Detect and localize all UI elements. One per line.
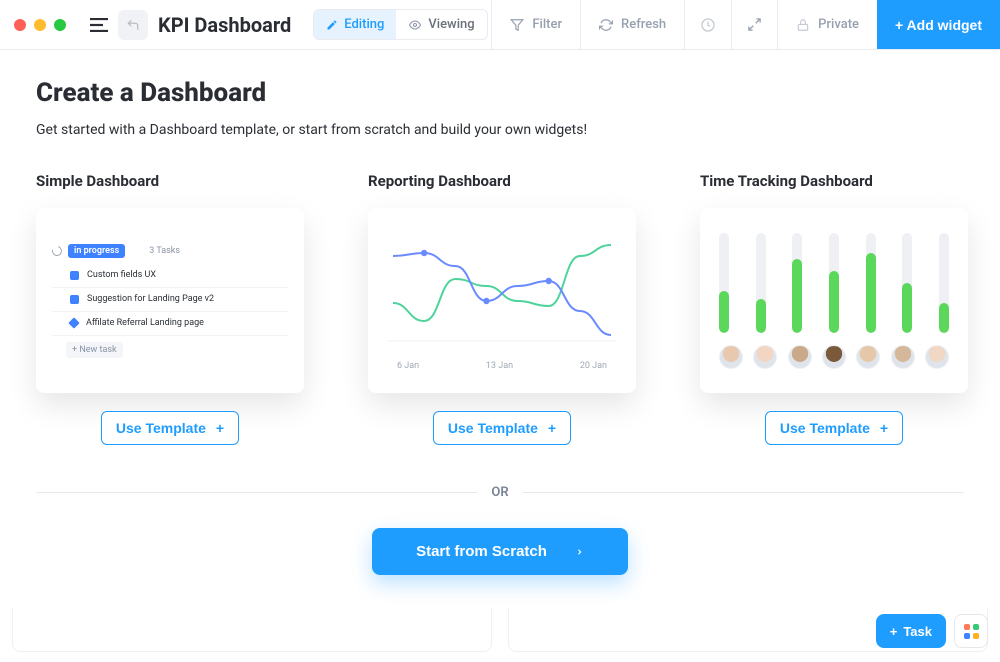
reporting-chart: 6 Jan 13 Jan 20 Jan — [387, 231, 617, 371]
template-reporting: Reporting Dashboard 6 Jan 13 Jan 20 Jan … — [368, 172, 636, 445]
template-timetracking: Time Tracking Dashboard Use Template+ — [700, 172, 968, 445]
avatar — [822, 345, 846, 369]
x-tick: 20 Jan — [580, 361, 607, 371]
avatar — [925, 345, 949, 369]
start-from-scratch-button[interactable]: Start from Scratch — [372, 528, 628, 575]
private-label: Private — [818, 17, 859, 32]
editing-mode-button[interactable]: Editing — [314, 10, 396, 39]
maximize-window-icon[interactable] — [54, 19, 66, 31]
viewing-mode-button[interactable]: Viewing — [396, 10, 486, 39]
avatar — [856, 345, 880, 369]
floating-actions: + Task — [876, 614, 988, 648]
or-label: OR — [491, 485, 508, 500]
avatar — [788, 345, 812, 369]
template-simple-title: Simple Dashboard — [36, 172, 304, 190]
template-timetracking-title: Time Tracking Dashboard — [700, 172, 968, 190]
fullscreen-button[interactable] — [731, 0, 777, 49]
template-reporting-card[interactable]: 6 Jan 13 Jan 20 Jan — [368, 208, 636, 393]
menu-icon[interactable] — [80, 18, 118, 32]
time-bar — [902, 233, 912, 333]
task-label: Custom fields UX — [87, 270, 156, 280]
templates-row: Simple Dashboard in progress 3 Tasks Cus… — [36, 172, 964, 445]
topbar: KPI Dashboard Editing Viewing Filter Ref… — [0, 0, 1000, 50]
task-label: Affilate Referral Landing page — [86, 318, 204, 328]
private-button[interactable]: Private — [777, 0, 877, 49]
plus-icon: + — [890, 624, 898, 639]
time-bar — [939, 233, 949, 333]
task-row: Affilate Referral Landing page — [52, 312, 288, 336]
heading: Create a Dashboard — [36, 78, 964, 108]
task-status-icon — [68, 317, 79, 328]
divider: OR — [36, 485, 964, 500]
x-tick: 13 Jan — [486, 361, 513, 371]
template-timetracking-card[interactable] — [700, 208, 968, 393]
use-template-timetracking-button[interactable]: Use Template+ — [765, 411, 903, 445]
toolbar: Filter Refresh Private + Add widget — [491, 0, 1000, 49]
new-task-fab[interactable]: + Task — [876, 614, 946, 648]
use-template-reporting-button[interactable]: Use Template+ — [433, 411, 571, 445]
viewing-label: Viewing — [428, 17, 474, 32]
task-status-icon — [70, 271, 79, 280]
plus-icon: + — [216, 420, 224, 436]
task-row: Custom fields UX — [52, 264, 288, 288]
time-bar — [719, 233, 729, 333]
window-controls — [0, 19, 80, 31]
task-row: Suggestion for Landing Page v2 — [52, 288, 288, 312]
background-panel-left — [12, 608, 492, 652]
subtitle: Get started with a Dashboard template, o… — [36, 122, 964, 138]
refresh-button[interactable]: Refresh — [580, 0, 684, 49]
main-content: Create a Dashboard Get started with a Da… — [0, 50, 1000, 575]
simple-preview: in progress 3 Tasks Custom fields UX Sugg… — [52, 244, 288, 358]
template-simple-card[interactable]: in progress 3 Tasks Custom fields UX Sugg… — [36, 208, 304, 393]
filter-label: Filter — [532, 17, 562, 32]
close-window-icon[interactable] — [14, 19, 26, 31]
time-bar — [792, 233, 802, 333]
back-button[interactable] — [118, 10, 148, 40]
avatar — [719, 345, 743, 369]
plus-icon: + — [880, 420, 888, 436]
avatar — [753, 345, 777, 369]
x-tick: 6 Jan — [397, 361, 419, 371]
refresh-label: Refresh — [621, 17, 666, 32]
page-title: KPI Dashboard — [158, 13, 307, 37]
task-status-icon — [70, 295, 79, 304]
progress-ring-icon — [50, 244, 64, 258]
mode-toggle: Editing Viewing — [313, 9, 487, 40]
history-button[interactable] — [684, 0, 731, 49]
time-bar — [829, 233, 839, 333]
avatar — [891, 345, 915, 369]
time-bar — [866, 233, 876, 333]
time-bar — [756, 233, 766, 333]
new-task-button: + New task — [66, 342, 123, 358]
template-reporting-title: Reporting Dashboard — [368, 172, 636, 190]
status-badge: in progress — [68, 244, 125, 258]
task-label: Suggestion for Landing Page v2 — [87, 294, 214, 304]
filter-button[interactable]: Filter — [491, 0, 580, 49]
add-widget-button[interactable]: + Add widget — [877, 0, 1000, 49]
apps-grid-button[interactable] — [954, 614, 988, 648]
plus-icon: + — [548, 420, 556, 436]
use-template-simple-button[interactable]: Use Template+ — [101, 411, 239, 445]
timetracking-preview — [719, 233, 949, 369]
task-count: 3 Tasks — [149, 246, 180, 256]
editing-label: Editing — [344, 17, 384, 32]
minimize-window-icon[interactable] — [34, 19, 46, 31]
template-simple: Simple Dashboard in progress 3 Tasks Cus… — [36, 172, 304, 445]
